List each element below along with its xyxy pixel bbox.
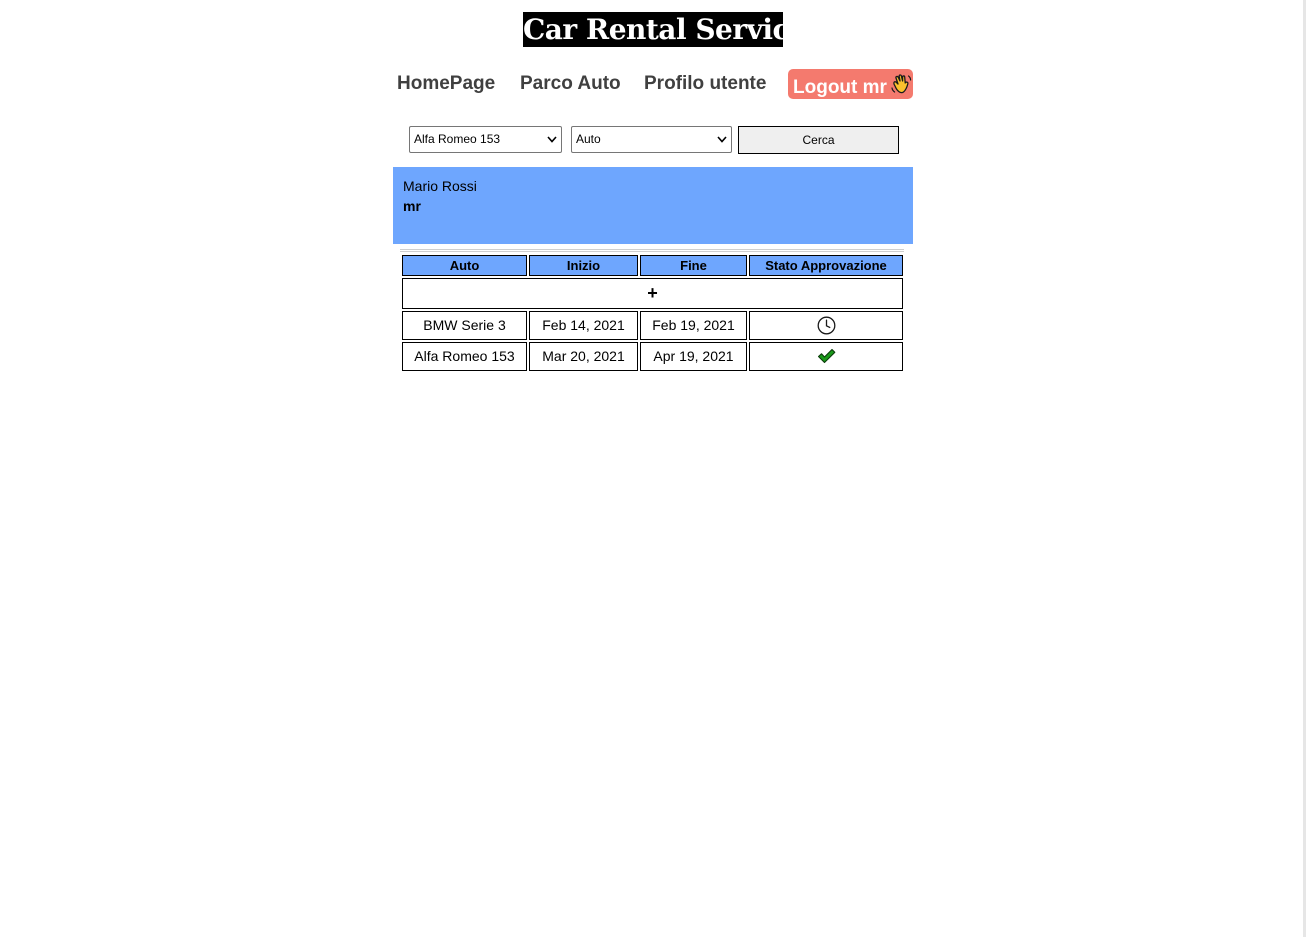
cell-status xyxy=(749,311,903,340)
page: Car Rental Service HomePage Parco Auto P… xyxy=(0,0,1306,937)
search-button[interactable]: Cerca xyxy=(738,126,899,154)
cell-car: BMW Serie 3 xyxy=(402,311,527,340)
waving-hand-icon xyxy=(889,72,913,106)
vehicle-type-select[interactable]: Auto xyxy=(571,126,732,153)
cell-end-date: Apr 19, 2021 xyxy=(640,342,747,371)
user-profile-card: Mario Rossi mr xyxy=(393,167,913,244)
user-full-name: Mario Rossi xyxy=(403,178,477,194)
cell-start-date: Feb 14, 2021 xyxy=(529,311,638,340)
search-bar: Alfa Romeo 153 Auto Cerca xyxy=(409,126,901,154)
car-model-select[interactable]: Alfa Romeo 153 xyxy=(409,126,562,153)
column-header-end: Fine xyxy=(640,255,747,276)
column-header-status: Stato Approvazione xyxy=(749,255,903,276)
site-title: Car Rental Service xyxy=(523,12,807,47)
nav-homepage-link[interactable]: HomePage xyxy=(397,69,495,99)
logout-label: Logout mr xyxy=(793,77,887,98)
divider xyxy=(400,249,904,252)
clock-icon xyxy=(817,316,835,335)
cell-car: Alfa Romeo 153 xyxy=(402,342,527,371)
column-header-car: Auto xyxy=(402,255,527,276)
nav-profile-link[interactable]: Profilo utente xyxy=(644,69,766,99)
chevron-down-icon xyxy=(547,136,557,143)
check-icon xyxy=(817,349,835,364)
chevron-down-icon xyxy=(717,136,727,143)
main-nav: HomePage Parco Auto Profilo utente Logou… xyxy=(380,69,920,99)
cell-status xyxy=(749,342,903,371)
nav-fleet-link[interactable]: Parco Auto xyxy=(520,69,621,99)
logout-button[interactable]: Logout mr xyxy=(788,69,913,99)
add-booking-button[interactable]: + xyxy=(402,278,903,309)
car-model-select-value: Alfa Romeo 153 xyxy=(414,132,501,146)
cell-end-date: Feb 19, 2021 xyxy=(640,311,747,340)
cell-start-date: Mar 20, 2021 xyxy=(529,342,638,371)
vehicle-type-select-value: Auto xyxy=(576,132,601,146)
user-username: mr xyxy=(403,198,421,214)
column-header-start: Inizio xyxy=(529,255,638,276)
